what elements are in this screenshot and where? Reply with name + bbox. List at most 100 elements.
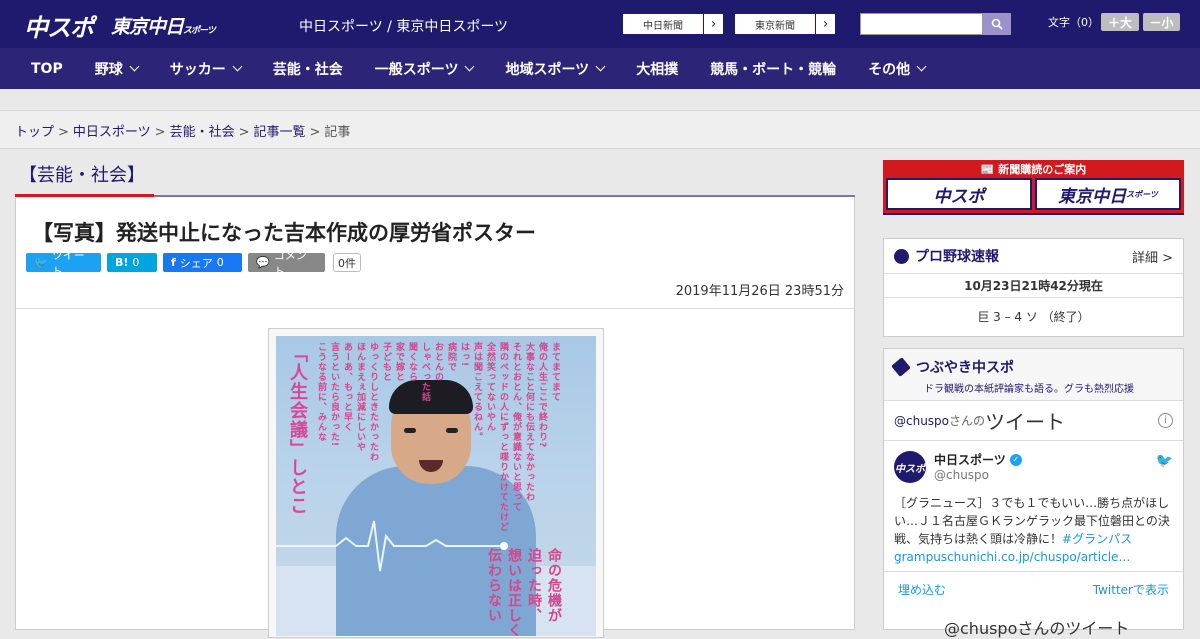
baseball-title: プロ野球速報	[915, 249, 999, 265]
subscribe-tokyo-small: スポーツ	[1126, 189, 1158, 199]
header-divider	[16, 308, 854, 309]
hatena-button[interactable]: B! 0	[107, 253, 157, 272]
breadcrumb-current: 記事	[324, 125, 351, 140]
poster-photo-frame[interactable]: 「人生会議」しとこ まてまてまて 俺の人生ここで終わり? 大事なこと何にも伝えてなか…	[268, 328, 604, 638]
comment-button[interactable]: 💬 コメント	[248, 249, 325, 278]
breadcrumb-link[interactable]: 中日スポーツ	[73, 125, 151, 140]
subscribe-box: 📰 新聞購読のご案内 中スポ 東京中日 スポーツ	[883, 160, 1184, 215]
breadcrumb-separator: >	[154, 125, 166, 140]
poster-line: はっ!	[459, 342, 469, 368]
tokyo-chunichi-logo[interactable]: 東京中日スポーツ	[111, 12, 216, 39]
subscribe-chunichi-button[interactable]: 中スポ	[886, 178, 1032, 210]
poster-line: 病院で	[446, 342, 456, 372]
poster-line: 聞くなら	[407, 342, 417, 382]
tokyo-logo-small: スポーツ	[183, 26, 216, 36]
twitter-widget-title: つぶやき中スポ	[916, 360, 1014, 376]
poster-bottom-line: 想いは正しく	[506, 548, 522, 636]
tweet-hashtag[interactable]: #グランパス	[1062, 532, 1132, 546]
verified-icon: ✓	[1009, 453, 1022, 466]
font-smaller-button[interactable]: －小	[1143, 13, 1180, 31]
poster-headline: 「人生会議」しとこ	[287, 344, 308, 515]
poster-line: 大事なこと何にも伝えてなかったわ	[524, 342, 534, 502]
comment-count: 0件	[333, 253, 361, 272]
nav-item-3[interactable]: 芸能・社会	[257, 48, 359, 89]
baseball-detail-link[interactable]: 詳細 >	[1132, 247, 1173, 266]
twitter-handle-suffix: さんの	[949, 414, 986, 428]
poster-line: 家で嫁と	[394, 342, 404, 382]
breadcrumb: トップ > 中日スポーツ > 芸能・社会 > 記事一覧 > 記事	[0, 111, 1200, 149]
search-icon	[991, 18, 1003, 30]
poster-bottom-line: 伝わらない	[486, 548, 502, 623]
twitter-widget-subtitle: ドラ観戦の本紙評論家も語る。グラも熱烈応援	[924, 384, 1134, 395]
category-label: 【芸能・社会】	[19, 165, 145, 186]
twitter-widget: つぶやき中スポ ドラ観戦の本紙評論家も語る。グラも熱烈応援 @chuspo さん…	[883, 348, 1184, 638]
search-box	[860, 13, 1011, 35]
poster-line: ほんまえぇ加減にしいや	[355, 342, 365, 452]
facebook-share-button[interactable]: f シェア 0	[163, 253, 242, 272]
nav-item-6[interactable]: 大相撲	[620, 48, 694, 89]
next-timeline-heading: @chuspoさんのツイート	[944, 619, 1130, 638]
nav-item-label: サッカー	[169, 61, 226, 78]
baseball-icon	[894, 248, 909, 264]
tokyo-shimbun-link[interactable]: 東京新聞 ›	[734, 13, 836, 35]
tweet-user-name[interactable]: 中日スポーツ	[934, 451, 1006, 468]
chevron-down-icon	[465, 61, 475, 72]
nav-item-label: 野球	[94, 61, 123, 78]
twitter-icon: 🐦	[34, 256, 48, 269]
hatena-count: 0	[132, 256, 140, 269]
breadcrumb-link[interactable]: トップ	[15, 125, 54, 140]
poster-line: しゃべった話	[420, 342, 430, 402]
pen-icon	[891, 357, 911, 377]
main-nav: TOP 野球 サッカー 芸能・社会 一般スポーツ 地域スポーツ 大相撲 競馬・ボート・競輪 その…	[0, 48, 1200, 89]
nav-item-label: その他	[868, 61, 911, 78]
tweet-link[interactable]: grampuschunichi.co.jp/chuspo/article…	[894, 550, 1130, 564]
subscribe-tokyo-button[interactable]: 東京中日 スポーツ	[1035, 178, 1181, 210]
info-icon[interactable]: i	[1158, 413, 1173, 428]
search-input[interactable]	[860, 13, 983, 35]
facebook-icon: f	[171, 256, 176, 269]
twitter-handle-link[interactable]: @chuspo	[894, 414, 949, 428]
poster-line: こうなる前に、みんな	[316, 342, 326, 442]
tweet-button[interactable]: 🐦 ツイート	[26, 249, 101, 278]
newspaper-icon: 📰	[980, 163, 995, 176]
poster-line: 子どもと	[381, 342, 391, 382]
tweet-user-handle[interactable]: @chuspo	[934, 468, 1173, 482]
chunichi-shimbun-label: 中日新聞	[643, 20, 683, 32]
nav-item-1[interactable]: 野球	[79, 48, 154, 89]
comment-label: コメント	[273, 248, 307, 278]
view-on-twitter-link[interactable]: Twitterで表示	[1093, 581, 1169, 598]
breadcrumb-link[interactable]: 記事一覧	[254, 125, 306, 140]
chunichi-sports-logo[interactable]: 中スポ	[24, 8, 94, 43]
poster-line: 俺の人生ここで終わり?	[537, 342, 547, 449]
search-button[interactable]	[983, 13, 1011, 35]
poster-line: あーあ、もっと早く	[342, 342, 352, 432]
nav-item-2[interactable]: サッカー	[154, 48, 257, 89]
baseball-score[interactable]: 巨 3 – 4 ソ （終了）	[884, 298, 1183, 336]
subscribe-title: 📰 新聞購読のご案内	[886, 162, 1181, 178]
breadcrumb-separator: >	[58, 125, 69, 140]
font-larger-button[interactable]: ＋大	[1101, 13, 1139, 31]
avatar[interactable]: 中スポ	[894, 451, 926, 483]
subscribe-bottom-border	[883, 213, 1184, 215]
poster-image: 「人生会議」しとこ まてまてまて 俺の人生ここで終わり? 大事なこと何にも伝えてなか…	[276, 336, 596, 636]
breadcrumb-separator: >	[238, 125, 250, 140]
nav-item-label: 地域スポーツ	[505, 61, 590, 78]
chunichi-shimbun-link[interactable]: 中日新聞 ›	[622, 13, 724, 35]
nav-item-4[interactable]: 一般スポーツ	[359, 48, 490, 89]
twitter-widget-footer: 埋め込む Twitterで表示	[884, 571, 1183, 607]
nav-item-5[interactable]: 地域スポーツ	[489, 48, 620, 89]
nav-item-0[interactable]: TOP	[0, 48, 79, 89]
poster-bottom-line: 命の危機が	[546, 548, 562, 623]
baseball-time: 10月23日21時42分現在	[884, 274, 1183, 298]
breadcrumb-link[interactable]: 芸能・社会	[170, 125, 235, 140]
subscribe-title-text: 新聞購読のご案内	[998, 163, 1087, 176]
twitter-bird-icon[interactable]: 🐦	[1156, 453, 1173, 469]
poster-line: それとおとん、俺が意識ないと思って	[511, 342, 521, 512]
chevron-right-icon: ›	[703, 14, 723, 34]
poster-bottom-line: 迫った時、	[526, 548, 542, 623]
tweet-item[interactable]: 中スポ 中日スポーツ ✓ @chuspo 🐦 ［グラニュース］３でも１でもいい…勝…	[884, 441, 1183, 576]
nav-item-7[interactable]: 競馬・ボート・競輪	[694, 48, 852, 89]
embed-link[interactable]: 埋め込む	[898, 581, 946, 598]
chevron-right-icon: ›	[815, 14, 835, 34]
nav-item-8[interactable]: その他	[852, 48, 941, 89]
